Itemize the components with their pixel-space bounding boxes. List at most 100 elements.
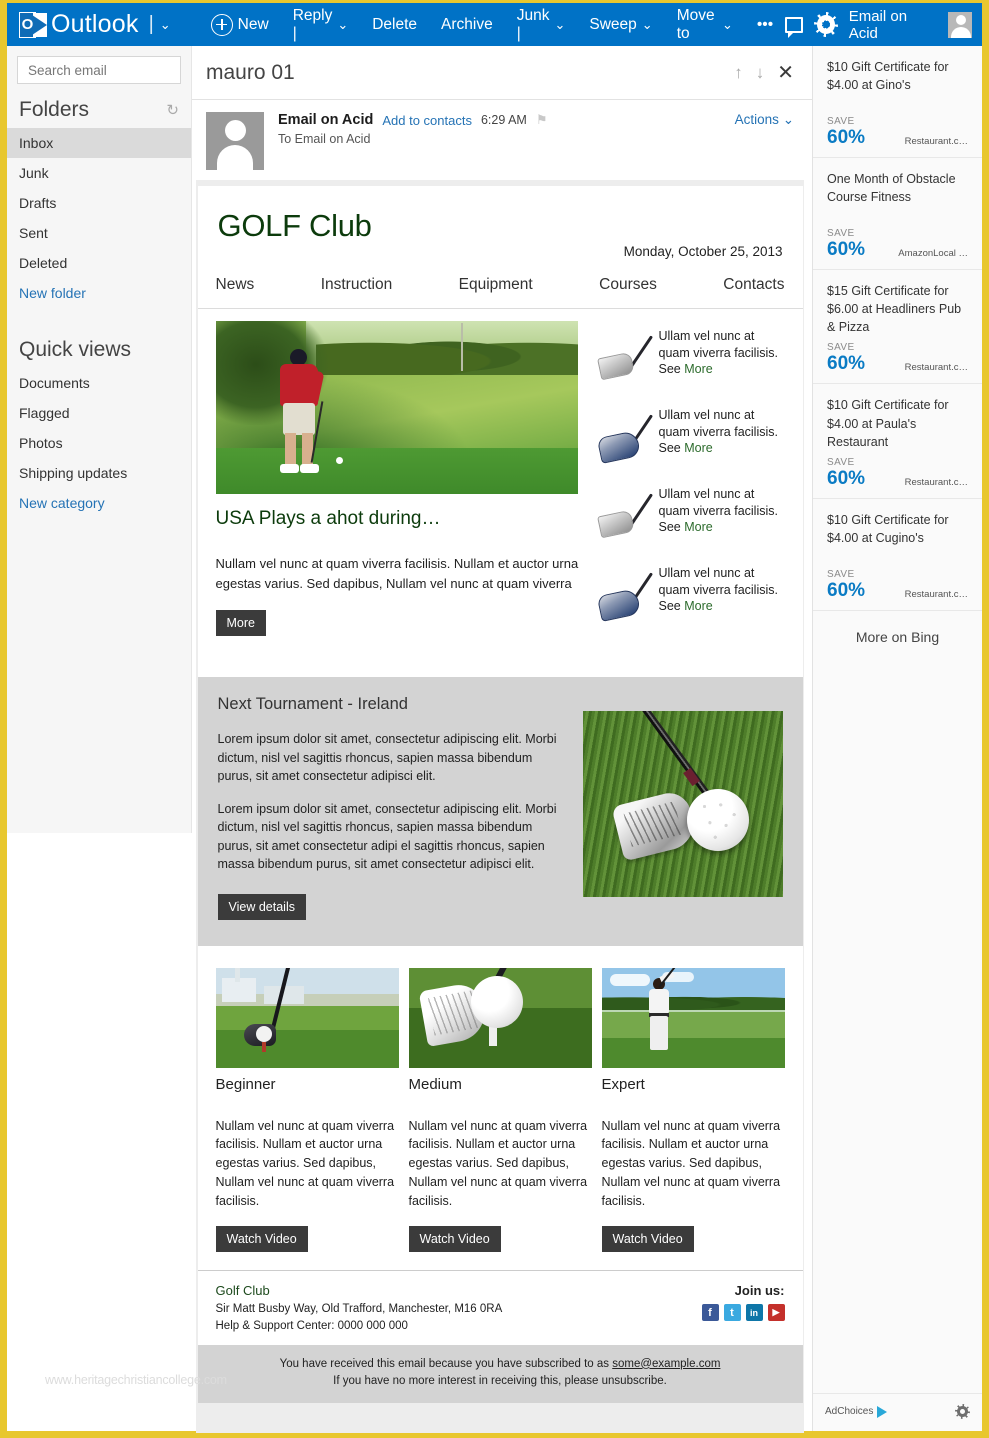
level-card-medium: Medium Nullam vel nunc at quam viverra f…	[408, 967, 592, 1253]
more-on-bing-link[interactable]: More on Bing	[813, 611, 982, 657]
expert-image	[601, 967, 785, 1068]
more-link[interactable]: More	[684, 599, 712, 613]
email-nav-equipment[interactable]: Equipment	[459, 276, 533, 294]
sidebar-item-label: Junk	[19, 165, 49, 181]
golf-iron-icon	[593, 327, 655, 387]
ad-item[interactable]: $10 Gift Certificate for $4.00 at Gino's…	[813, 46, 982, 158]
see-label: See	[658, 362, 685, 377]
email-nav-courses[interactable]: Courses	[599, 276, 657, 294]
level-text: Nullam vel nunc at quam viverra facilisi…	[215, 1118, 395, 1208]
reply-button[interactable]: Reply | ⌄	[281, 3, 361, 46]
watch-video-button[interactable]: Watch Video	[601, 1226, 694, 1253]
product-item[interactable]: Ullam vel nunc at quam viverra facilisis…	[593, 564, 789, 624]
level-card-expert: Expert Nullam vel nunc at quam viverra f…	[601, 967, 785, 1253]
sidebar-item-photos[interactable]: Photos	[7, 428, 191, 458]
email-nav-news[interactable]: News	[216, 276, 255, 294]
footer-address: Sir Matt Busby Way, Old Trafford, Manche…	[215, 1303, 503, 1316]
view-details-button[interactable]: View details	[217, 893, 306, 920]
sidebar-item-label: Deleted	[19, 255, 68, 271]
account-name[interactable]: Email on Acid	[849, 8, 934, 42]
email-body: GOLF Club Monday, October 25, 2013 News …	[196, 180, 804, 1434]
unsubscribe-text-1: You have received this email because you…	[279, 1357, 613, 1370]
ad-item[interactable]: $15 Gift Certificate for $6.00 at Headli…	[813, 270, 982, 385]
sidebar-item-drafts[interactable]: Drafts	[7, 188, 191, 218]
product-item[interactable]: Ullam vel nunc at quam viverra facilisis…	[593, 485, 789, 545]
sidebar-item-junk[interactable]: Junk	[7, 158, 191, 188]
product-item[interactable]: Ullam vel nunc at quam viverra facilisis…	[593, 406, 789, 466]
twitter-icon[interactable]: t	[723, 1304, 741, 1322]
youtube-icon[interactable]: ▶	[767, 1304, 785, 1322]
more-link[interactable]: More	[684, 362, 712, 376]
product-description: Ullam vel nunc at quam viverra facilisis…	[658, 408, 778, 439]
close-icon[interactable]: ✕	[777, 60, 794, 85]
golf-driver-icon	[593, 564, 655, 624]
more-link[interactable]: More	[684, 441, 712, 455]
ad-save-label: SAVE	[827, 568, 855, 580]
chat-icon[interactable]	[785, 16, 803, 38]
junk-button[interactable]: Junk | ⌄	[505, 3, 578, 46]
medium-image	[408, 967, 592, 1068]
more-link[interactable]: More	[684, 520, 712, 534]
see-label: See	[658, 599, 685, 614]
sender-meta: Email on Acid Add to contacts 6:29 AM ⚑ …	[264, 112, 725, 170]
ad-item[interactable]: $10 Gift Certificate for $4.00 at Paula'…	[813, 384, 982, 499]
delete-button[interactable]: Delete	[360, 3, 429, 46]
adchoices-link[interactable]: AdChoices	[825, 1405, 888, 1418]
watch-video-button[interactable]: Watch Video	[215, 1226, 308, 1253]
product-item[interactable]: Ullam vel nunc at quam viverra facilisis…	[593, 327, 789, 387]
sidebar-item-shipping-updates[interactable]: Shipping updates	[7, 458, 191, 488]
sidebar-item-label: Shipping updates	[19, 465, 128, 481]
product-description: Ullam vel nunc at quam viverra facilisis…	[658, 329, 778, 360]
sender-name: Email on Acid	[278, 112, 374, 128]
email-nav-contacts[interactable]: Contacts	[723, 276, 784, 294]
sweep-button[interactable]: Sweep ⌄	[577, 3, 664, 46]
flag-icon[interactable]: ⚑	[536, 112, 548, 128]
add-to-contacts-link[interactable]: Add to contacts	[382, 113, 472, 128]
actions-dropdown[interactable]: Actions ⌄	[725, 112, 794, 170]
watch-video-button[interactable]: Watch Video	[408, 1226, 501, 1253]
search-input[interactable]	[28, 62, 205, 78]
chevron-down-icon: ⌄	[721, 16, 733, 32]
sidebar-item-sent[interactable]: Sent	[7, 218, 191, 248]
actions-label: Actions	[734, 112, 779, 127]
subscriber-email-link[interactable]: some@example.com	[612, 1358, 720, 1370]
next-message-icon[interactable]: ↓	[756, 63, 765, 83]
gear-icon[interactable]	[813, 12, 838, 37]
ad-discount: 60%	[827, 467, 866, 489]
sidebar-item-deleted[interactable]: Deleted	[7, 248, 191, 278]
archive-button[interactable]: Archive	[429, 3, 505, 46]
levels-section: Beginner Nullam vel nunc at quam viverra…	[197, 945, 803, 1271]
previous-message-icon[interactable]: ↑	[734, 63, 743, 83]
golfer-putting-image	[215, 321, 578, 494]
facebook-icon[interactable]: f	[701, 1304, 719, 1322]
linkedin-icon[interactable]: in	[745, 1304, 763, 1322]
search-box[interactable]	[17, 56, 207, 84]
ads-settings-gear-icon[interactable]	[955, 1404, 970, 1419]
new-category-link[interactable]: New category	[7, 488, 191, 518]
ad-item[interactable]: One Month of Obstacle Course Fitness SAV…	[813, 158, 982, 270]
sidebar-item-flagged[interactable]: Flagged	[7, 398, 191, 428]
new-folder-link[interactable]: New folder	[7, 278, 191, 308]
refresh-icon[interactable]: ↻	[166, 101, 179, 119]
sender-line: Email on Acid Add to contacts 6:29 AM ⚑	[278, 112, 725, 128]
news-main: USA Plays a ahot during… Nullam vel nunc…	[215, 321, 579, 643]
delete-label: Delete	[372, 15, 418, 33]
new-button[interactable]: New	[199, 3, 281, 46]
ad-title: $10 Gift Certificate for $4.00 at Paula'…	[827, 398, 949, 449]
more-options-button[interactable]: •••	[745, 3, 785, 46]
ad-discount: 60%	[827, 127, 866, 148]
level-title: Medium	[408, 1075, 462, 1093]
email-nav-instruction[interactable]: Instruction	[321, 276, 393, 294]
chevron-down-icon: ⌄	[782, 112, 794, 127]
move-to-label: Move to	[676, 6, 715, 42]
avatar[interactable]	[947, 11, 972, 38]
sidebar-item-documents[interactable]: Documents	[7, 368, 191, 398]
email-content: GOLF Club Monday, October 25, 2013 News …	[197, 186, 803, 1404]
move-to-button[interactable]: Move to ⌄	[665, 3, 745, 46]
sidebar-item-inbox[interactable]: Inbox	[7, 128, 191, 158]
outlook-brand[interactable]: O Outlook | ⌄	[7, 10, 171, 39]
chevron-down-icon[interactable]: ⌄	[160, 17, 171, 33]
ad-item[interactable]: $10 Gift Certificate for $4.00 at Cugino…	[813, 499, 982, 611]
sidebar-item-label: Drafts	[19, 195, 57, 211]
news-more-button[interactable]: More	[215, 610, 266, 636]
